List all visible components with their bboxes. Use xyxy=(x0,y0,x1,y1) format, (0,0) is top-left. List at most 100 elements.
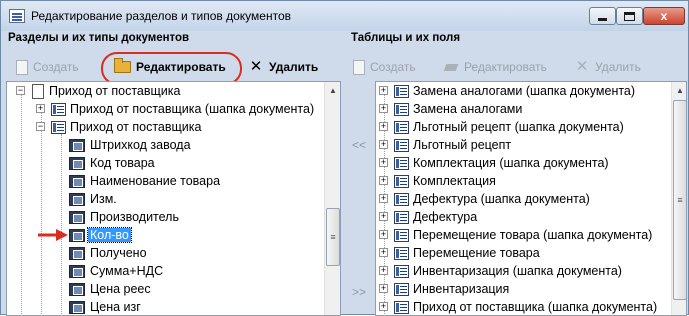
collapse-icon[interactable]: − xyxy=(16,86,25,95)
delete-table-button[interactable]: ✕ Удалить xyxy=(574,54,641,80)
expand-icon[interactable]: + xyxy=(379,104,388,113)
app-icon xyxy=(9,9,25,23)
sections-tree[interactable]: − Приход от поставщика + Приход от поста… xyxy=(6,81,341,316)
scroll-thumb[interactable]: ≡ xyxy=(326,208,340,266)
window-title: Редактирование разделов и типов документ… xyxy=(31,9,291,23)
create-section-button[interactable]: Создать xyxy=(16,54,79,80)
maximize-button[interactable] xyxy=(616,7,643,25)
tree-node[interactable]: + Льготный рецепт (шапка документа) xyxy=(379,118,624,136)
delete-section-button[interactable]: ✕ Удалить xyxy=(248,54,319,80)
tree-node[interactable]: + Замена аналогами xyxy=(379,100,522,118)
edit-table-button[interactable]: Редактировать xyxy=(443,54,547,80)
table-icon xyxy=(394,228,409,242)
pointer-arrow-icon xyxy=(38,229,68,241)
tree-node[interactable]: + Приход от поставщика (шапка документа) xyxy=(379,298,658,315)
expand-icon[interactable]: + xyxy=(379,140,388,149)
tree-field[interactable]: Цена реес xyxy=(69,280,151,298)
left-scrollbar[interactable]: ▲ ≡ xyxy=(324,82,340,315)
tree-node[interactable]: + Замена аналогами (шапка документа) xyxy=(379,82,635,100)
tree-node[interactable]: + Дефектура (шапка документа) xyxy=(379,190,590,208)
close-button[interactable]: x xyxy=(643,7,685,25)
tables-tree[interactable]: + Замена аналогами (шапка документа) + З… xyxy=(375,81,687,316)
tree-field[interactable]: Наименование товара xyxy=(69,172,220,190)
tree-guide-line xyxy=(21,90,22,315)
table-icon xyxy=(394,282,409,296)
new-document-icon xyxy=(16,59,28,75)
tree-node[interactable]: + Инвентаризация (шапка документа) xyxy=(379,262,622,280)
tree-node-label: Приход от поставщика (шапка документа) xyxy=(70,102,315,116)
left-toolbar: Создать Редактировать ✕ Удалить xyxy=(1,54,341,80)
expand-icon[interactable]: + xyxy=(379,158,388,167)
tree-node-root[interactable]: − Приход от поставщика xyxy=(16,82,180,100)
tree-field[interactable]: Изм. xyxy=(69,190,117,208)
delete-section-label: Удалить xyxy=(269,60,319,74)
tree-node[interactable]: + Комплектация (шапка документа) xyxy=(379,154,609,172)
move-right-button[interactable]: >> xyxy=(347,285,371,299)
tree-node[interactable]: + Перемещение товара xyxy=(379,244,540,262)
edit-section-button[interactable]: Редактировать xyxy=(114,54,226,80)
expand-icon[interactable]: + xyxy=(379,302,388,311)
tree-field[interactable]: Получено xyxy=(69,244,147,262)
tree-node[interactable]: − Приход от поставщика xyxy=(36,118,201,136)
tree-node-label: Льготный рецепт (шапка документа) xyxy=(413,120,624,134)
expand-icon[interactable]: + xyxy=(36,104,45,113)
tree-node[interactable]: + Приход от поставщика (шапка документа) xyxy=(36,100,314,118)
table-icon xyxy=(394,138,409,152)
move-left-button[interactable]: << xyxy=(347,138,371,152)
expand-icon[interactable]: + xyxy=(379,194,388,203)
right-panel-header: Таблицы и их поля xyxy=(351,32,461,44)
right-scrollbar[interactable]: ▲ ≡ xyxy=(671,82,686,315)
field-icon xyxy=(69,282,85,296)
collapse-icon[interactable]: − xyxy=(36,122,45,131)
tree-node-label: Приход от поставщика xyxy=(49,84,181,98)
delete-table-label: Удалить xyxy=(595,60,641,74)
tree-field[interactable]: Производитель xyxy=(69,208,179,226)
scroll-up-icon[interactable]: ▲ xyxy=(672,82,686,99)
expand-icon[interactable]: + xyxy=(379,248,388,257)
tree-node-label: Приход от поставщика (шапка документа) xyxy=(413,300,658,314)
tree-field[interactable]: Сумма+НДС xyxy=(69,262,163,280)
tree-node-label: Перемещение товара xyxy=(413,246,540,260)
tree-node[interactable]: + Перемещение товара (шапка документа) xyxy=(379,226,652,244)
right-toolbar: Создать Редактировать ✕ Удалить xyxy=(346,54,689,80)
tree-field[interactable]: Штрихкод завода xyxy=(69,136,191,154)
tree-node-label: Комплектация xyxy=(413,174,496,188)
table-icon xyxy=(394,264,409,278)
minimize-button[interactable] xyxy=(589,7,616,25)
tree-node[interactable]: + Комплектация xyxy=(379,172,496,190)
field-icon xyxy=(69,174,85,188)
scroll-thumb[interactable]: ≡ xyxy=(673,100,686,300)
expand-icon[interactable]: + xyxy=(379,284,388,293)
expand-icon[interactable]: + xyxy=(379,86,388,95)
field-icon xyxy=(69,264,85,278)
tree-field-label: Кол-во xyxy=(87,227,132,243)
title-bar[interactable]: Редактирование разделов и типов документ… xyxy=(1,1,688,31)
document-icon xyxy=(32,83,44,99)
expand-icon[interactable]: + xyxy=(379,230,388,239)
tree-node[interactable]: + Дефектура xyxy=(379,208,477,226)
expand-icon[interactable]: + xyxy=(379,176,388,185)
tree-field-label: Код товара xyxy=(90,156,155,170)
tree-node-label: Дефектура xyxy=(413,210,478,224)
create-table-label: Создать xyxy=(370,60,416,74)
tree-node-label: Приход от поставщика xyxy=(70,120,202,134)
field-icon xyxy=(69,228,85,242)
delete-icon: ✕ xyxy=(575,58,589,75)
expand-icon[interactable]: + xyxy=(379,212,388,221)
scroll-up-icon[interactable]: ▲ xyxy=(325,82,340,99)
tree-field-label: Штрихкод завода xyxy=(90,138,191,152)
expand-icon[interactable]: + xyxy=(379,122,388,131)
field-icon xyxy=(69,156,85,170)
tree-node-label: Инвентаризация xyxy=(413,282,510,296)
tree-field-selected[interactable]: Кол-во xyxy=(69,226,132,244)
tree-field[interactable]: Цена изг xyxy=(69,298,141,315)
tree-node-label: Замена аналогами xyxy=(413,102,523,116)
tree-field[interactable]: Код товара xyxy=(69,154,155,172)
open-folder-icon xyxy=(114,58,131,73)
tree-node[interactable]: + Инвентаризация xyxy=(379,280,509,298)
tree-node[interactable]: + Льготный рецепт xyxy=(379,136,511,154)
tree-guide-line xyxy=(61,134,62,315)
create-table-button[interactable]: Создать xyxy=(353,54,416,80)
tree-node-label: Замена аналогами (шапка документа) xyxy=(413,84,636,98)
expand-icon[interactable]: + xyxy=(379,266,388,275)
